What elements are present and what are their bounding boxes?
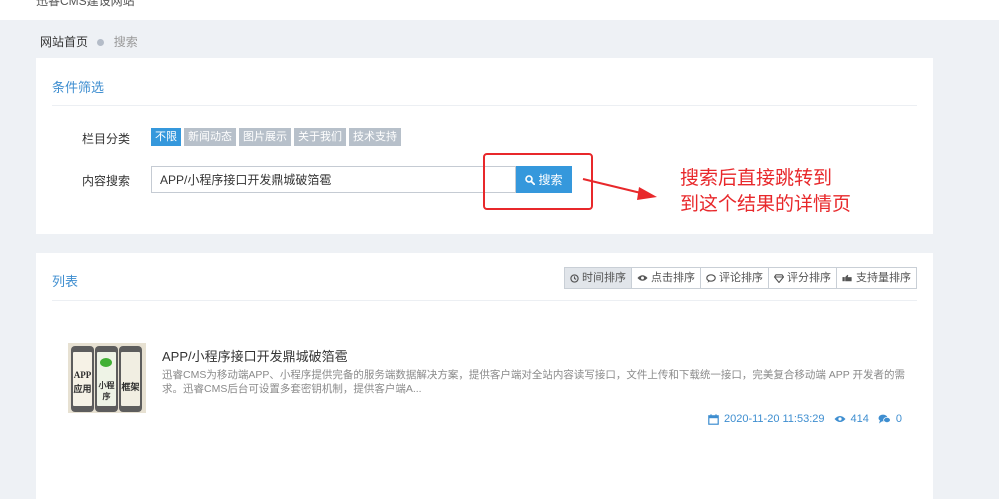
item-comments: 0 — [895, 413, 902, 425]
breadcrumb-current: 搜索 — [113, 35, 138, 49]
category-chip-gallery[interactable]: 图片展示 — [239, 128, 291, 146]
annotation-arrow-icon — [582, 178, 657, 200]
sort-by-comments-label: 评论排序 — [719, 272, 763, 284]
thumbs-up-icon — [842, 274, 852, 282]
item-date-group: 2020-11-20 11:53:29 — [708, 413, 825, 425]
item-views-group: 414 — [834, 413, 869, 425]
filter-panel-title: 条件筛选 — [52, 80, 105, 95]
item-title-link[interactable]: APP/小程序接口开发鼎城破箔雹 — [162, 346, 348, 365]
list-panel: 列表 时间排序 点击排序 评论排序 评分排序 支持量排序 APP 应用 小程序 … — [36, 253, 933, 499]
comments-icon — [878, 414, 891, 424]
sort-by-support-label: 支持量排序 — [856, 272, 911, 284]
list-panel-divider — [52, 300, 917, 301]
thumbnail-phone-2: 小程序 — [95, 346, 118, 412]
category-chip-about[interactable]: 关于我们 — [294, 128, 346, 146]
item-meta: 2020-11-20 11:53:29 414 0 — [699, 413, 902, 425]
breadcrumb-home-link[interactable]: 网站首页 — [40, 35, 88, 49]
top-bar: 迅睿CMS建设网站 — [0, 0, 999, 20]
sort-by-time-button[interactable]: 时间排序 — [565, 268, 631, 288]
thumbnail-wechat-icon — [100, 358, 112, 367]
sort-button-group: 时间排序 点击排序 评论排序 评分排序 支持量排序 — [564, 267, 917, 289]
breadcrumb-separator-icon — [97, 38, 105, 46]
item-thumbnail[interactable]: APP 应用 小程序 框架 — [68, 343, 146, 413]
sort-by-clicks-label: 点击排序 — [651, 272, 695, 284]
item-views: 414 — [850, 413, 869, 425]
sort-by-rating-label: 评分排序 — [787, 272, 831, 284]
category-label: 栏目分类 — [82, 132, 131, 146]
thumbnail-label-app: APP — [73, 370, 92, 380]
sort-by-support-button[interactable]: 支持量排序 — [836, 268, 916, 288]
annotation-line-2: 到这个结果的详情页 — [680, 194, 852, 215]
sort-by-comments-button[interactable]: 评论排序 — [700, 268, 768, 288]
thumbnail-label-miniprogram: 小程序 — [98, 381, 115, 401]
annotation-line-1: 搜索后直接跳转到 — [680, 168, 833, 189]
eye-icon — [834, 416, 846, 422]
filter-panel-divider — [52, 105, 917, 106]
item-description: 迅睿CMS为移动端APP、小程序提供完备的服务端数据解决方案，提供客户端对全站内… — [162, 369, 905, 395]
annotation-text: 搜索后直接跳转到 到这个结果的详情页 — [680, 166, 851, 218]
filter-panel: 条件筛选 栏目分类 不限 新闻动态 图片展示 关于我们 技术支持 内容搜索 搜索… — [36, 58, 933, 234]
annotation-highlight-box — [483, 153, 593, 210]
thumbnail-label-app-sub: 应用 — [73, 384, 92, 394]
calendar-icon — [708, 413, 719, 425]
clock-icon — [570, 273, 579, 283]
thumbnail-label-framework: 框架 — [121, 382, 140, 392]
diamond-icon — [774, 273, 784, 283]
thumbnail-phone-3: 框架 — [119, 346, 142, 412]
list-panel-title: 列表 — [52, 274, 79, 289]
sort-by-clicks-button[interactable]: 点击排序 — [631, 268, 700, 288]
category-chip-news[interactable]: 新闻动态 — [184, 128, 236, 146]
sort-by-time-label: 时间排序 — [582, 272, 626, 284]
breadcrumb: 网站首页 搜索 — [40, 33, 138, 50]
search-input[interactable] — [151, 166, 516, 193]
top-bar-text: 迅睿CMS建设网站 — [36, 0, 135, 8]
item-date: 2020-11-20 11:53:29 — [724, 413, 825, 425]
category-chip-support[interactable]: 技术支持 — [349, 128, 401, 146]
category-chip-all[interactable]: 不限 — [151, 128, 181, 146]
sort-by-rating-button[interactable]: 评分排序 — [768, 268, 836, 288]
thumbnail-phone-1: APP 应用 — [71, 346, 94, 412]
eye-icon — [637, 275, 648, 281]
category-chip-group: 不限 新闻动态 图片展示 关于我们 技术支持 — [151, 128, 401, 146]
search-label: 内容搜索 — [82, 174, 131, 188]
comment-icon — [706, 273, 716, 283]
item-comments-group: 0 — [878, 413, 902, 425]
